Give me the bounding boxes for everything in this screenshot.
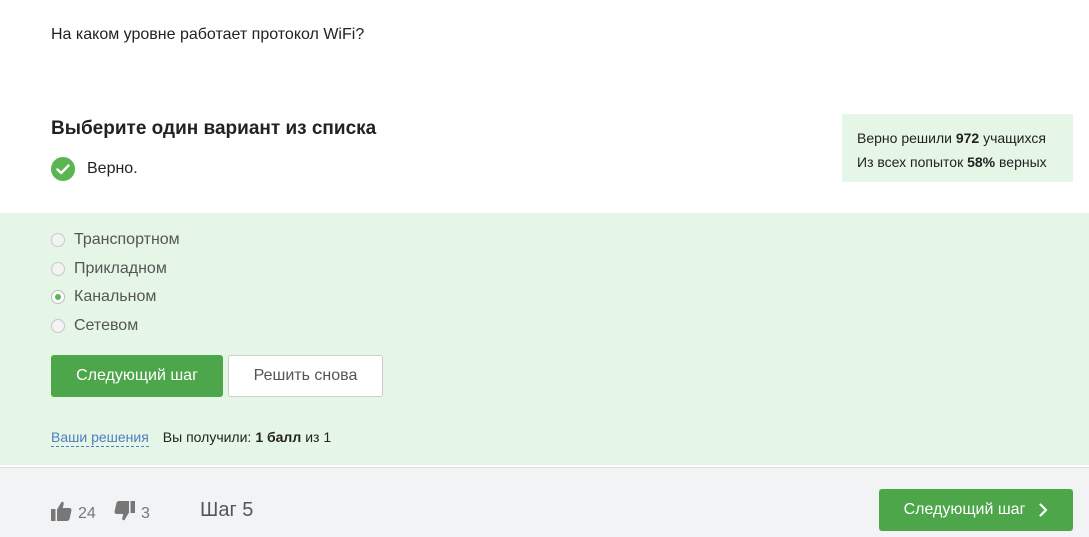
stats-box: Верно решили 972 учащихся Из всех попыто… xyxy=(842,114,1073,182)
step-page: На каком уровне работает протокол WiFi? … xyxy=(0,0,1089,537)
thumbs-up-icon xyxy=(51,501,72,526)
stats-solved-suffix: учащихся xyxy=(983,130,1046,146)
likes-count: 24 xyxy=(78,504,96,522)
option-application[interactable]: Прикладном xyxy=(51,260,167,278)
option-datalink[interactable]: Канальном xyxy=(51,288,156,306)
next-step-button[interactable]: Следующий шаг xyxy=(51,355,223,397)
thumbs-down-icon xyxy=(114,501,135,526)
bottom-bar: 24 3 Шаг 5 Следующий шаг xyxy=(0,467,1089,537)
question-text: На каком уровне работает протокол WiFi? xyxy=(51,26,365,43)
answer-panel xyxy=(0,213,1089,465)
dislike-button[interactable]: 3 xyxy=(114,501,150,526)
option-label: Канальном xyxy=(74,288,157,305)
option-label: Транспортном xyxy=(74,231,180,248)
like-button[interactable]: 24 xyxy=(51,501,96,526)
stats-solved-line: Верно решили 972 учащихся xyxy=(857,126,1073,150)
score-received-label: Вы получили: xyxy=(162,429,252,445)
option-network[interactable]: Сетевом xyxy=(51,317,138,335)
dislikes-count: 3 xyxy=(141,504,150,522)
option-label: Прикладном xyxy=(74,260,167,277)
score-points: 1 балл xyxy=(255,429,302,445)
option-label: Сетевом xyxy=(74,317,139,334)
option-transport[interactable]: Транспортном xyxy=(51,231,180,249)
stats-solved-count: 972 xyxy=(955,130,980,146)
radio-checked-icon[interactable] xyxy=(51,290,65,304)
radio-unchecked-icon[interactable] xyxy=(51,262,65,276)
radio-unchecked-icon[interactable] xyxy=(51,233,65,247)
score-of-label: из 1 xyxy=(305,429,332,445)
your-solutions-link[interactable]: Ваши решения xyxy=(51,429,149,447)
score-line: Ваши решения Вы получили: 1 балл из 1 xyxy=(51,429,331,447)
stats-percent-line: Из всех попыток 58% верных xyxy=(857,150,1073,174)
step-label: Шаг 5 xyxy=(200,499,254,521)
stats-percent-suffix: верных xyxy=(999,154,1047,170)
chevron-right-icon xyxy=(1039,503,1048,517)
radio-dot xyxy=(55,294,61,300)
retry-button[interactable]: Решить снова xyxy=(228,355,383,397)
next-step-bottom-button[interactable]: Следующий шаг xyxy=(879,489,1073,531)
next-step-bottom-label: Следующий шаг xyxy=(903,501,1026,518)
stats-solved-prefix: Верно решили xyxy=(857,130,952,146)
check-circle-icon xyxy=(51,157,75,181)
stats-percent-prefix: Из всех попыток xyxy=(857,154,964,170)
instruction-heading: Выберите один вариант из списка xyxy=(51,118,377,139)
result-status: Верно. xyxy=(51,157,138,181)
result-text: Верно. xyxy=(87,160,138,177)
radio-unchecked-icon[interactable] xyxy=(51,319,65,333)
stats-correct-percent: 58% xyxy=(967,154,996,170)
